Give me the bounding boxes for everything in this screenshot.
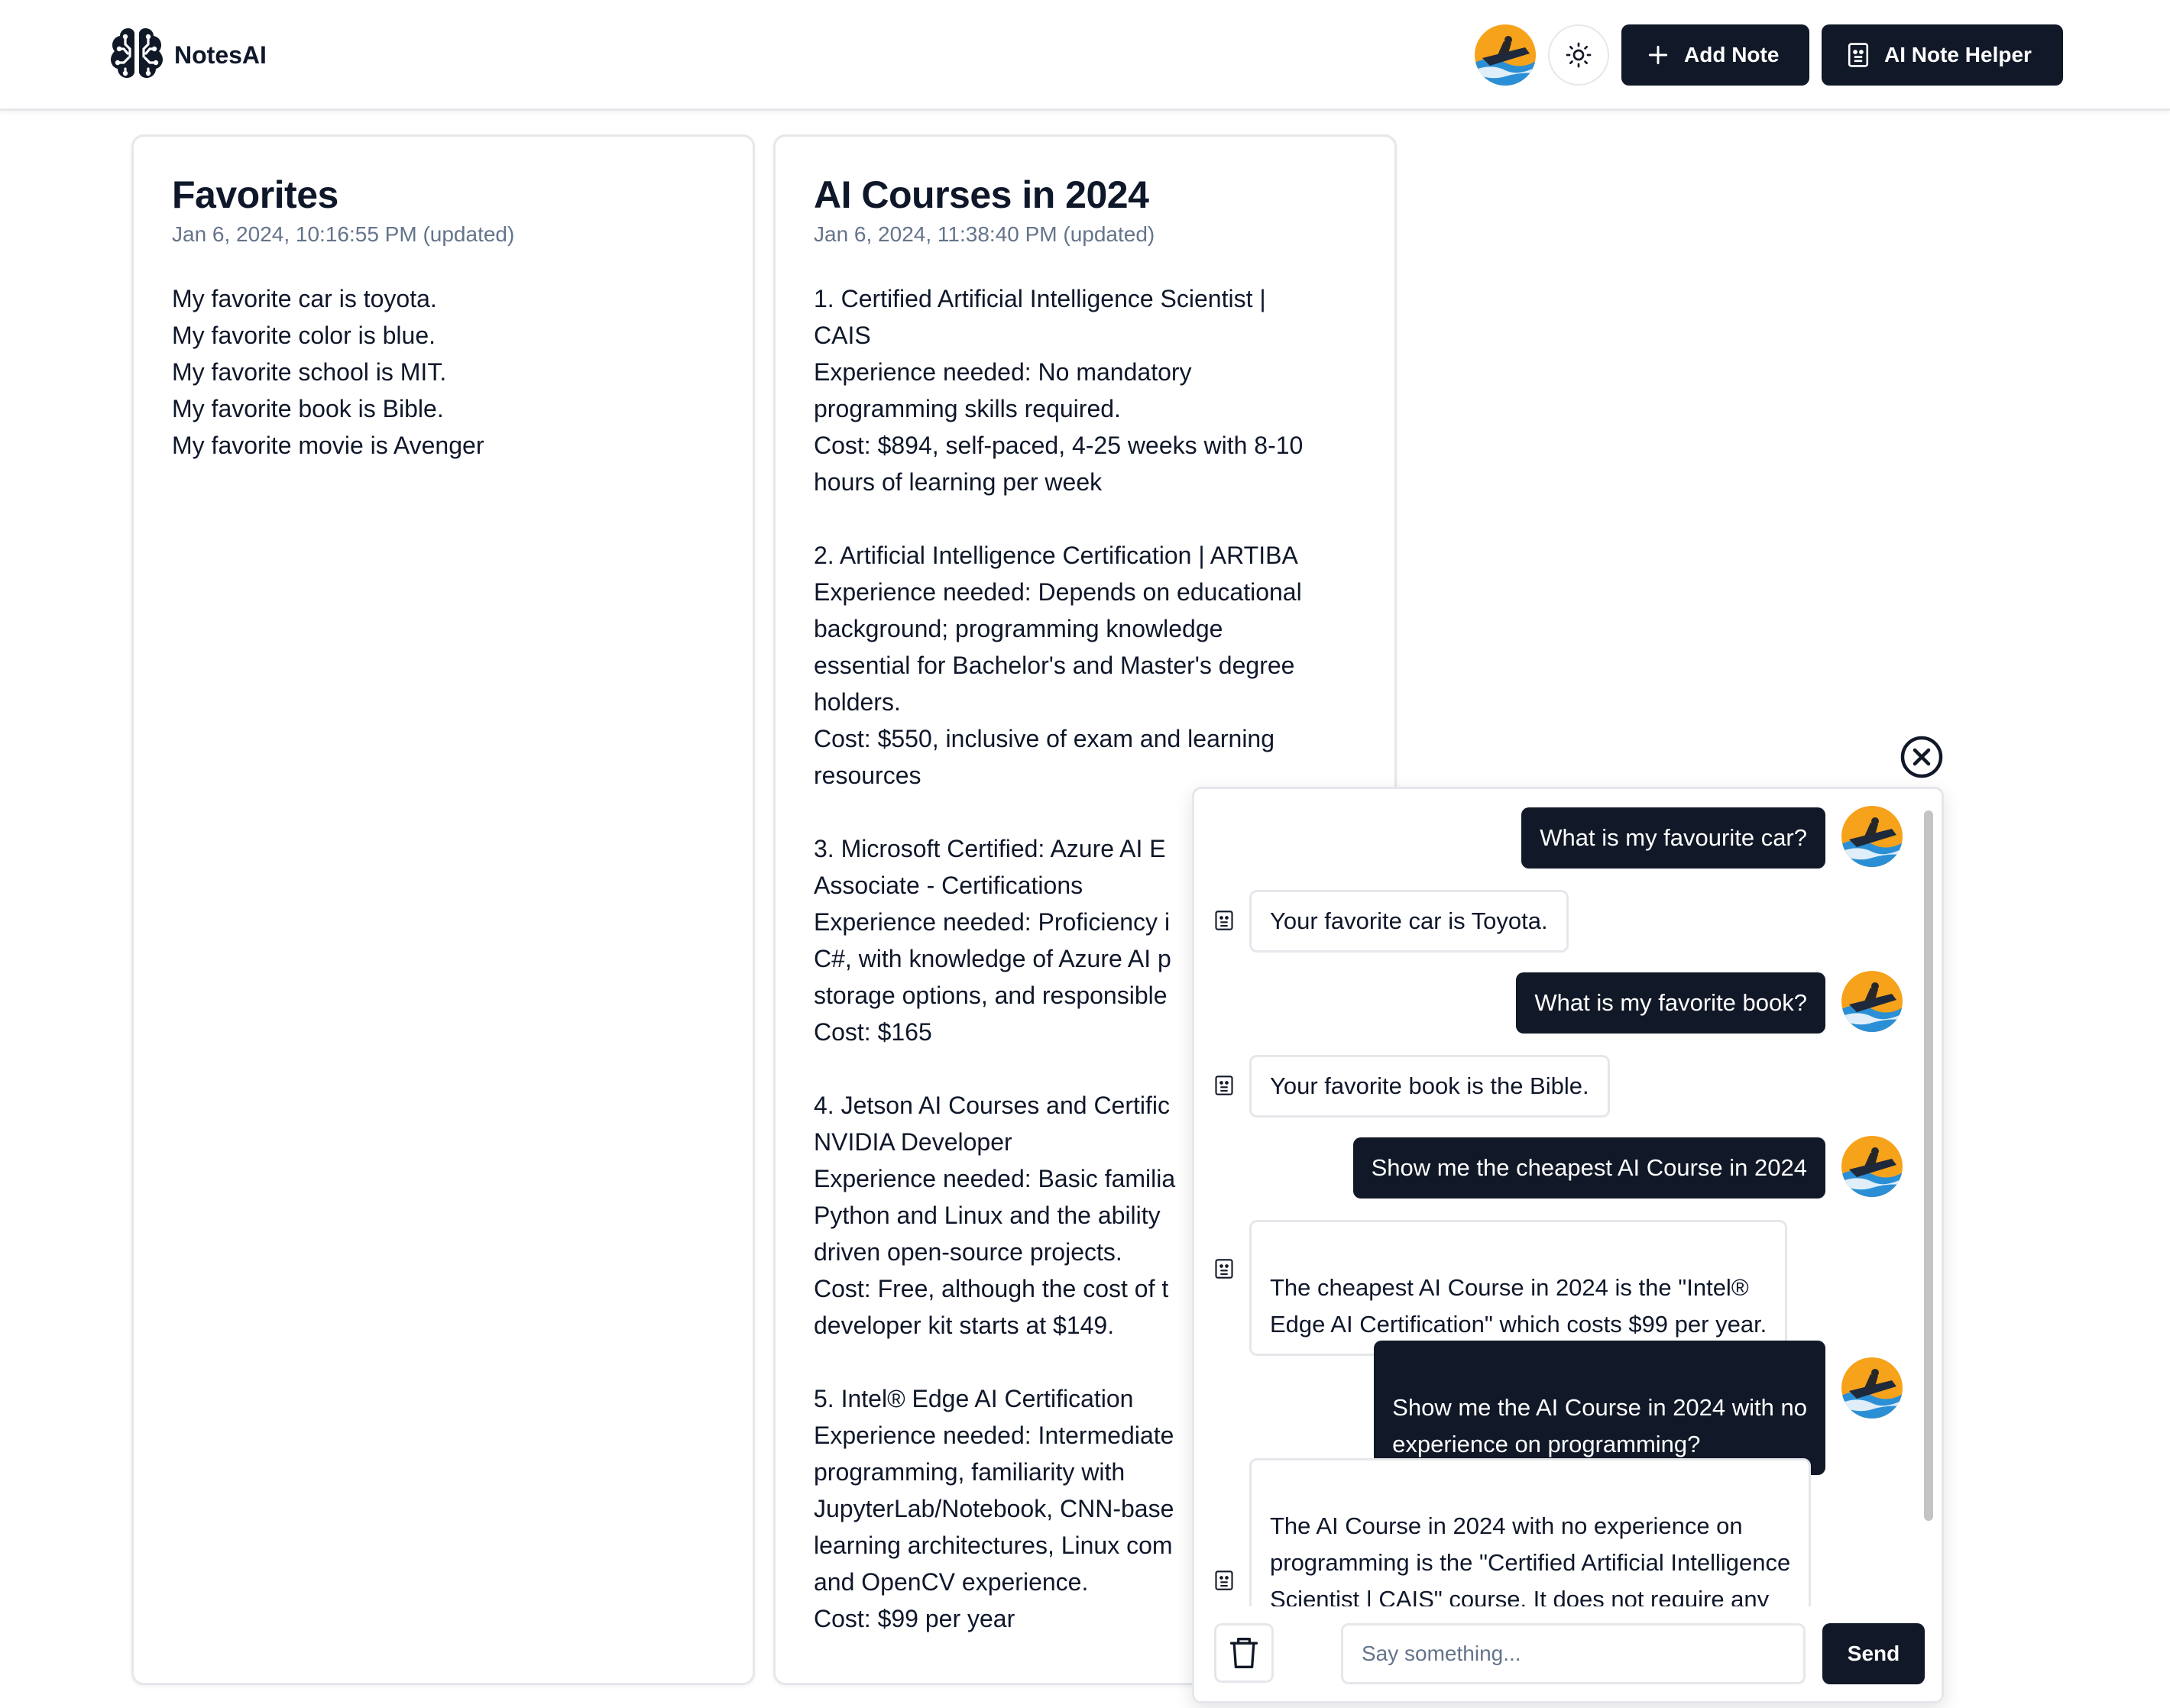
note-title: Favorites [172,173,338,216]
ai-note-helper-button[interactable]: AI Note Helper [1822,24,2063,86]
sun-icon [1566,42,1592,68]
avatar-image [1475,24,1536,86]
top-bar: NotesAI Add Note AI Note Helper [0,0,2170,111]
chat-messages[interactable]: What is my favourite car? Your favorite … [1194,789,1942,1606]
note-title: AI Courses in 2024 [814,173,1149,216]
assistant-message: The AI Course in 2024 with no experience… [1249,1458,1812,1606]
send-button[interactable]: Send [1822,1623,1925,1684]
theme-toggle-button[interactable] [1548,24,1609,86]
avatar-image [1841,1136,1903,1197]
assistant-message: The cheapest AI Course in 2024 is the "I… [1249,1220,1788,1356]
bot-icon [1215,911,1233,930]
plus-icon [1648,45,1668,65]
note-card-favorites[interactable]: Favorites Jan 6, 2024, 10:16:55 PM (upda… [131,134,755,1685]
user-avatar [1841,971,1903,1032]
add-note-label: Add Note [1684,43,1780,66]
ai-note-helper-label: AI Note Helper [1884,43,2032,66]
brand-name: NotesAI [174,40,267,69]
avatar-image [1841,971,1903,1032]
user-avatar [1841,1136,1903,1197]
note-date: Jan 6, 2024, 10:16:55 PM (updated) [172,222,515,246]
bot-icon [1215,1259,1233,1279]
trash-icon [1229,1638,1258,1668]
user-avatar [1841,1357,1903,1418]
chat-input-bar: Send [1194,1606,1942,1701]
add-note-button[interactable]: Add Note [1621,24,1809,86]
user-message: Show me the AI Course in 2024 with no ex… [1374,1341,1825,1475]
bot-icon [1215,1076,1233,1095]
clear-chat-button[interactable] [1214,1623,1274,1683]
brain-icon [111,28,163,78]
chat-input[interactable] [1341,1623,1806,1684]
user-message: What is my favourite car? [1521,807,1825,869]
bot-icon [1215,1571,1233,1590]
assistant-message: Your favorite book is the Bible. [1249,1055,1610,1118]
close-chat-button[interactable] [1900,735,1944,779]
bot-icon [1848,43,1869,67]
user-message: What is my favorite book? [1516,972,1825,1034]
user-message: Show me the cheapest AI Course in 2024 [1352,1137,1825,1199]
close-circle-icon [1900,736,1943,778]
avatar-image [1841,806,1903,867]
assistant-message: Your favorite car is Toyota. [1249,890,1569,953]
user-avatar[interactable] [1475,24,1536,86]
note-date: Jan 6, 2024, 11:38:40 PM (updated) [814,222,1155,246]
user-avatar [1841,806,1903,867]
chat-scrollbar[interactable] [1924,810,1933,1521]
note-content: My favorite car is toyota. My favorite c… [172,285,484,459]
avatar-image [1841,1357,1903,1418]
brand[interactable]: NotesAI [108,26,267,84]
ai-chat-panel: What is my favourite car? Your favorite … [1192,787,1944,1703]
